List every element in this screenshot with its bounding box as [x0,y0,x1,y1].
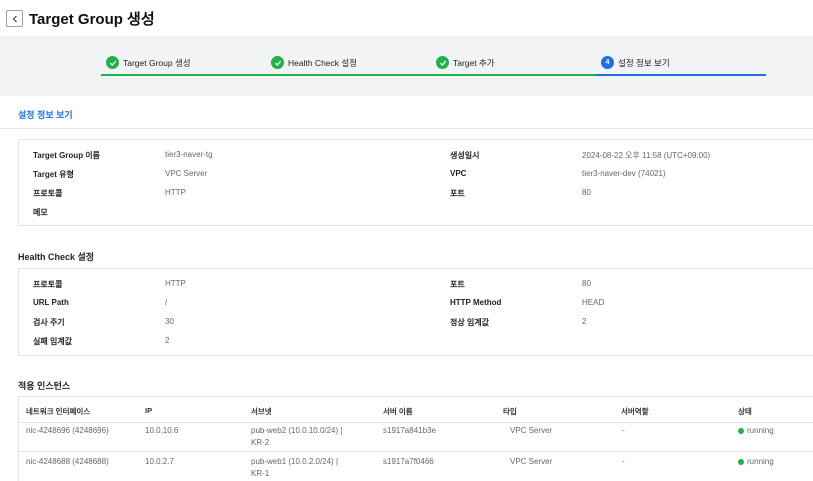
info-label: VPC [450,169,467,178]
instances-title: 적용 인스턴스 [18,381,71,391]
step-progress-line [101,74,266,76]
column-header[interactable]: 서브넷 [251,406,272,417]
column-header[interactable]: 타입 [503,406,517,417]
step-label: Target 추가 [453,57,495,68]
subnet-cell: pub-web2 (10.0.10.0/24) | [251,426,343,435]
info-label: HTTP Method [450,298,502,307]
step-progress-line [596,74,766,76]
info-value: HTTP [165,188,186,197]
info-value: VPC Server [165,169,208,178]
info-label: 포트 [450,280,465,289]
info-label: Target Group 이름 [33,151,101,160]
info-label: URL Path [33,298,69,307]
table-header: 네트워크 인터페이스 IP 서브넷 서버 이름 타입 서버역할 상태 [19,397,813,423]
column-header[interactable]: 네트워크 인터페이스 [26,406,90,417]
step-label: Target Group 생성 [123,57,191,68]
info-label: 프로토콜 [33,280,63,289]
check-circle-icon [106,56,119,69]
step-health-check[interactable]: Health Check 설정 [271,56,357,69]
info-label: 정상 임계값 [450,318,490,327]
back-button[interactable] [6,10,23,27]
info-value: HEAD [582,298,605,307]
instances-table: 네트워크 인터페이스 IP 서브넷 서버 이름 타입 서버역할 상태 nic-4… [18,396,813,481]
column-header[interactable]: 상태 [738,406,752,417]
info-value: 2 [582,317,587,326]
step-target-group[interactable]: Target Group 생성 [106,56,191,69]
target-group-info-box: Target Group 이름 tier3-naver-tg Target 유형… [18,139,813,226]
step-label: 설정 정보 보기 [618,57,670,68]
subnet-cell-zone: KR-2 [251,438,270,447]
chevron-left-icon [12,15,17,22]
health-check-title: Health Check 설정 [18,252,95,262]
server-name-cell: s1917a841b3e [383,426,436,435]
nic-cell: nic-4248696 (4248696) [26,426,109,435]
section-header: 설정 정보 보기 [0,96,813,129]
page-title: Target Group 생성 [29,11,155,28]
info-label: Target 유형 [33,170,74,179]
info-value: 30 [165,317,174,326]
running-status-icon [738,427,744,434]
info-value: 2024-08-22 오후 11:58 (UTC+09:00) [582,151,711,160]
info-value: HTTP [165,279,186,288]
ip-cell: 10.0.2.7 [145,457,174,466]
info-value: tier3-naver-tg [165,150,213,159]
step-number-badge: 4 [601,56,614,69]
status-cell: running [738,425,774,436]
status-text: running [747,426,774,435]
check-circle-icon [436,56,449,69]
column-header[interactable]: 서버역할 [621,406,649,417]
info-label: 실패 임계값 [33,337,73,346]
wizard-stepper: Target Group 생성 Health Check 설정 Target 추… [0,36,813,96]
step-review[interactable]: 4 설정 정보 보기 [601,56,670,69]
subnet-cell-zone: KR-1 [251,469,270,478]
info-value: 2 [165,336,170,345]
step-progress-line [266,74,431,76]
subnet-cell: pub-web1 (10.0.2.0/24) | [251,457,339,466]
info-label: 포트 [450,189,465,198]
section-title: 설정 정보 보기 [18,110,73,120]
info-value: 80 [582,279,591,288]
row-divider [19,451,813,452]
info-label: 프로토콜 [33,189,63,198]
step-target-add[interactable]: Target 추가 [436,56,495,69]
nic-cell: nic-4248688 (4248688) [26,457,109,466]
info-label: 검사 주기 [33,318,65,327]
info-label: 메모 [33,208,48,217]
role-cell: - [622,426,625,435]
step-progress-line [431,74,596,76]
type-cell: VPC Server [510,457,553,466]
status-cell: running [738,456,774,467]
ip-cell: 10.0.10.6 [145,426,179,435]
running-status-icon [738,458,744,465]
page-header: Target Group 생성 [0,0,813,36]
step-label: Health Check 설정 [288,57,358,68]
column-header[interactable]: IP [145,406,152,415]
health-check-info-box: 프로토콜 HTTP URL Path / 검사 주기 30 실패 임계값 2 포… [18,268,813,356]
status-text: running [747,457,774,466]
server-name-cell: s1917a7f0466 [383,457,434,466]
info-value: tier3-naver-dev (74021) [582,169,666,178]
info-value: 80 [582,188,591,197]
info-label: 생성일시 [450,151,480,160]
role-cell: - [622,457,625,466]
type-cell: VPC Server [510,426,553,435]
info-value: / [165,298,168,307]
check-circle-icon [271,56,284,69]
column-header[interactable]: 서버 이름 [383,406,413,417]
